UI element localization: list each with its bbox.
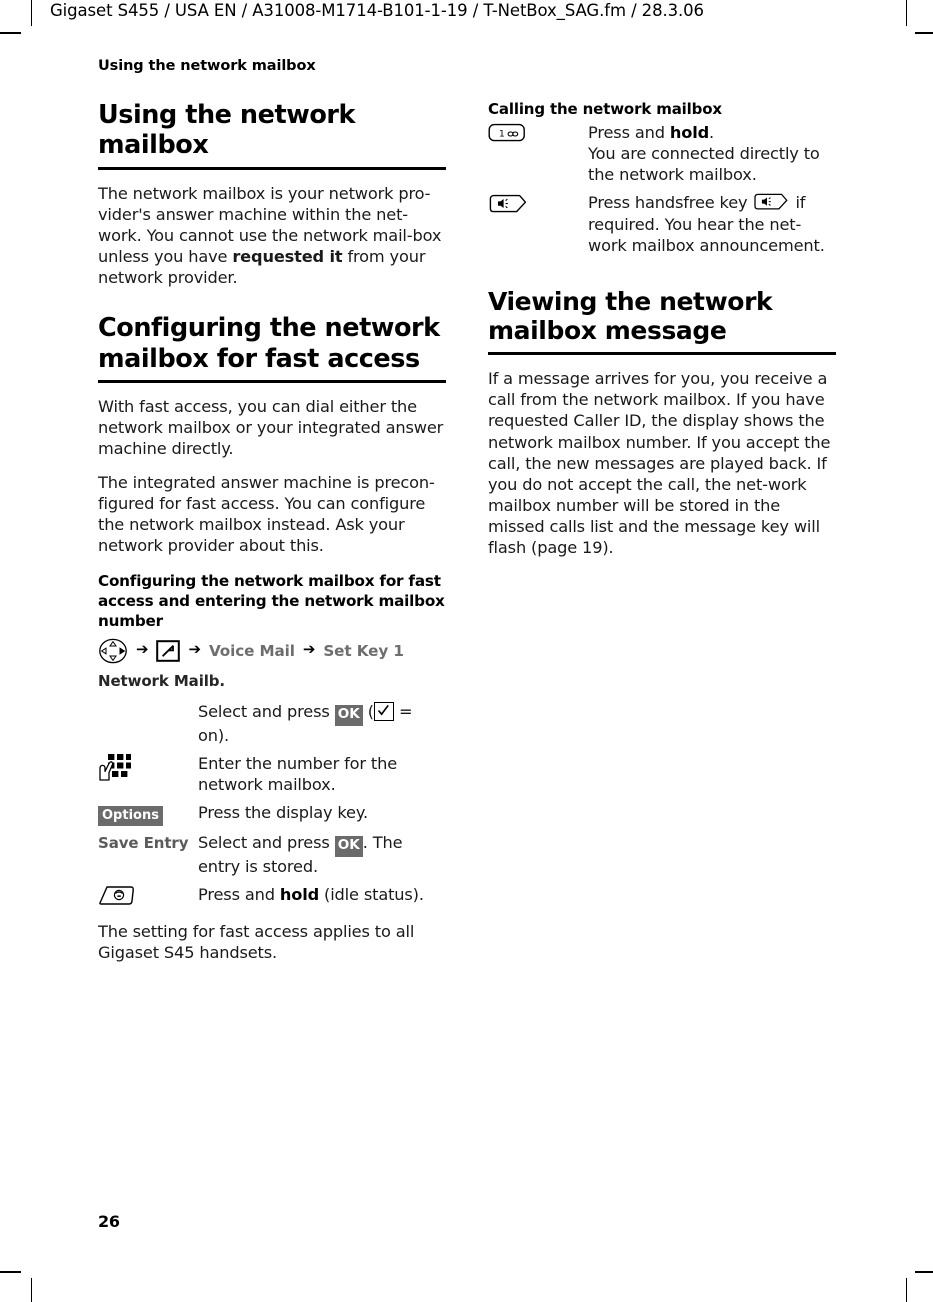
- intro-paragraph: The network mailbox is your network pro-…: [98, 183, 446, 289]
- crop-mark-top-right-horizontal: [915, 32, 933, 34]
- checkbox-checked-icon: [373, 702, 394, 722]
- step-text-pre: Select and press: [198, 702, 335, 722]
- procedure-table-fast-access: Network Mailb. Select and press OK ( = o…: [98, 670, 446, 915]
- table-row: 1 Press and hold. You are connected dire…: [488, 122, 836, 192]
- crop-mark-bottom-right-vertical: [906, 1278, 907, 1302]
- menu-path-item-voice-mail[interactable]: Voice Mail: [209, 642, 295, 660]
- step-text-mid: (idle status).: [319, 884, 424, 904]
- subsection-title-calling: Calling the network mailbox: [488, 100, 722, 118]
- step-key-cell-save-entry: Save Entry: [98, 832, 198, 884]
- step-desc-save-entry: Select and press OK. The entry is stored…: [198, 832, 446, 884]
- arrow-icon-3: ➔: [302, 640, 316, 659]
- step-key-cell-handsfree: [488, 192, 588, 262]
- step-key-cell-endcall: [98, 884, 198, 915]
- crop-mark-bottom-right-horizontal: [915, 1271, 933, 1273]
- subsection-title-fast-access: Configuring the network mailbox for fast…: [98, 572, 445, 630]
- step-text-pre: Press handsfree key: [588, 193, 753, 213]
- table-row: Save Entry Select and press OK. The entr…: [98, 832, 446, 884]
- viewing-paragraph: If a message arrives for you, you receiv…: [488, 369, 831, 558]
- table-row: Press handsfree key if required. You hea…: [488, 192, 836, 262]
- left-column: Using the network mailbox The network ma…: [98, 100, 446, 963]
- step-text-bold: hold: [669, 123, 710, 143]
- menu-item-network-mailbox[interactable]: Network Mailb.: [98, 671, 225, 692]
- step-key-cell-one-key: 1: [488, 122, 588, 192]
- page-topic-header: Using the network mailbox: [98, 58, 316, 74]
- step-text-pre: Press and: [198, 884, 280, 904]
- intro-text-bold: requested it: [232, 247, 343, 267]
- right-column: Calling the network mailbox 1 Press and …: [488, 100, 836, 558]
- title-rule: [98, 166, 446, 170]
- arrow-icon-2: ➔: [188, 640, 201, 659]
- table-row: Select and press OK ( = on).: [98, 698, 446, 753]
- step-key-cell-keypad: [98, 753, 198, 802]
- section-title-configuring: Configuring the network mailbox for fast…: [98, 313, 440, 374]
- crop-mark-bottom-left-horizontal: [0, 1271, 21, 1273]
- ok-display-key-chip[interactable]: OK: [334, 705, 363, 726]
- menu-path: ➔ ➔ Voice Mail ➔ Set Key 1: [98, 638, 446, 664]
- section-rule-configuring: [98, 380, 446, 384]
- settings-menu-key-icon[interactable]: [156, 639, 181, 662]
- step-text-pre: Press and: [588, 123, 670, 143]
- procedure-table-calling: 1 Press and hold. You are connected dire…: [488, 122, 836, 262]
- step-desc-select-ok: Select and press OK ( = on).: [198, 698, 446, 753]
- section-title-viewing: Viewing the network mailbox message: [488, 286, 773, 346]
- navigation-control-key-icon[interactable]: [98, 638, 128, 664]
- configuring-paragraph-1: With fast access, you can dial either th…: [98, 397, 444, 459]
- crop-mark-bottom-left-vertical: [31, 1278, 32, 1302]
- arrow-icon-1: ➔: [136, 640, 149, 659]
- closing-paragraph: The setting for fast access applies to a…: [98, 921, 415, 962]
- table-row: Enter the number for the network mailbox…: [98, 753, 446, 802]
- step-desc-press-hold-idle: Press and hold (idle status).: [198, 884, 446, 915]
- table-row: Network Mailb.: [98, 670, 446, 699]
- step-key-cell-empty: [98, 698, 198, 753]
- handsfree-key-icon[interactable]: [488, 193, 528, 215]
- step-desc-press-handsfree: Press handsfree key if required. You hea…: [588, 192, 836, 262]
- handsfree-key-icon-inline[interactable]: [752, 192, 790, 212]
- table-row: Options Press the display key.: [98, 802, 446, 832]
- step-desc-press-display-key: Press the display key.: [198, 803, 368, 823]
- crop-mark-top-left-vertical: [31, 0, 32, 26]
- menu-path-item-set-key-1[interactable]: Set Key 1: [323, 642, 404, 660]
- table-row: Press and hold (idle status).: [98, 884, 446, 915]
- step-text-pre: Select and press: [198, 833, 335, 853]
- page-number: 26: [98, 1212, 120, 1231]
- end-call-key-icon[interactable]: [98, 884, 136, 908]
- keypad-entry-icon[interactable]: [98, 753, 132, 783]
- step-text-bold: hold: [279, 884, 320, 904]
- configuring-paragraph-2: The integrated answer machine is precon-…: [98, 472, 435, 555]
- crop-mark-top-right-vertical: [906, 0, 907, 26]
- step-desc-enter-number: Enter the number for the network mailbox…: [198, 753, 397, 794]
- crop-mark-top-left-horizontal: [0, 32, 21, 34]
- key-1-voicemail-icon[interactable]: 1: [488, 123, 526, 144]
- step-text-mid: (: [362, 702, 374, 722]
- ok-display-key-chip[interactable]: OK: [334, 836, 363, 857]
- step-key-cell-options: Options: [98, 802, 198, 832]
- page-title: Using the network mailbox: [98, 100, 356, 161]
- running-header: Gigaset S455 / USA EN / A31008-M1714-B10…: [50, 1, 704, 20]
- step-desc-press-hold-connect: Press and hold. You are connected direct…: [588, 122, 836, 192]
- options-display-key-chip[interactable]: Options: [98, 806, 163, 827]
- svg-text:1: 1: [499, 130, 505, 140]
- menu-item-save-entry[interactable]: Save Entry: [98, 833, 188, 854]
- section-rule-viewing: [488, 352, 836, 356]
